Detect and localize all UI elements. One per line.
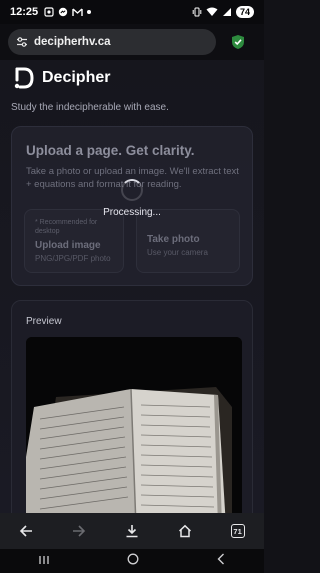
gmail-icon: [72, 7, 83, 16]
signal-icon: [222, 8, 231, 16]
messenger-icon: [58, 7, 68, 17]
arrow-left-icon: [20, 525, 33, 537]
privacy-shield-button[interactable]: [230, 33, 246, 51]
brand-header[interactable]: Decipher: [13, 66, 110, 90]
tabs-count-badge: 71: [230, 524, 245, 538]
preview-label: Preview: [26, 316, 62, 327]
preview-image: [26, 337, 242, 513]
arrow-right-icon: [73, 525, 86, 537]
back-button[interactable]: [14, 519, 38, 543]
screenshot-icon: [44, 7, 54, 17]
browser-address-row: decipherhv.ca: [0, 24, 264, 60]
vibrate-icon: [192, 7, 202, 17]
wifi-icon: [206, 7, 218, 16]
address-bar[interactable]: decipherhv.ca: [8, 29, 216, 55]
notification-icons: [44, 7, 92, 17]
home-icon: [178, 524, 191, 538]
tagline: Study the indecipherable with ease.: [11, 102, 169, 113]
status-time: 12:25: [10, 6, 39, 18]
browser-toolbar: 71: [0, 513, 264, 549]
processing-overlay: Processing...: [11, 126, 253, 286]
status-bar: 12:25 74: [0, 0, 264, 24]
book-photo-illustration: [26, 337, 242, 513]
web-page: Decipher Study the indecipherable with e…: [0, 60, 264, 513]
system-status-icons: 74: [192, 6, 254, 18]
url-text: decipherhv.ca: [34, 36, 111, 48]
chevron-left-icon: [217, 553, 224, 565]
shield-check-icon: [232, 35, 244, 49]
more-notifications-dot: [87, 10, 92, 14]
loading-spinner-icon: [121, 178, 143, 201]
android-back-button[interactable]: [216, 552, 226, 570]
android-home-button[interactable]: [127, 552, 139, 570]
circle-home-icon: [127, 553, 139, 565]
battery-indicator: 74: [235, 6, 254, 18]
recent-apps-button[interactable]: [38, 552, 50, 570]
processing-text: Processing...: [103, 206, 161, 218]
home-button[interactable]: [173, 519, 197, 543]
preview-card: Preview: [11, 300, 253, 513]
tabs-button[interactable]: 71: [226, 519, 250, 543]
android-nav-bar: [0, 549, 264, 573]
decipher-logo-icon: [14, 67, 34, 89]
download-button[interactable]: [120, 519, 144, 543]
forward-button[interactable]: [67, 519, 91, 543]
site-settings-icon[interactable]: [16, 36, 28, 48]
brand-name: Decipher: [42, 69, 111, 86]
download-icon: [126, 525, 138, 538]
recent-apps-icon: [39, 556, 49, 564]
